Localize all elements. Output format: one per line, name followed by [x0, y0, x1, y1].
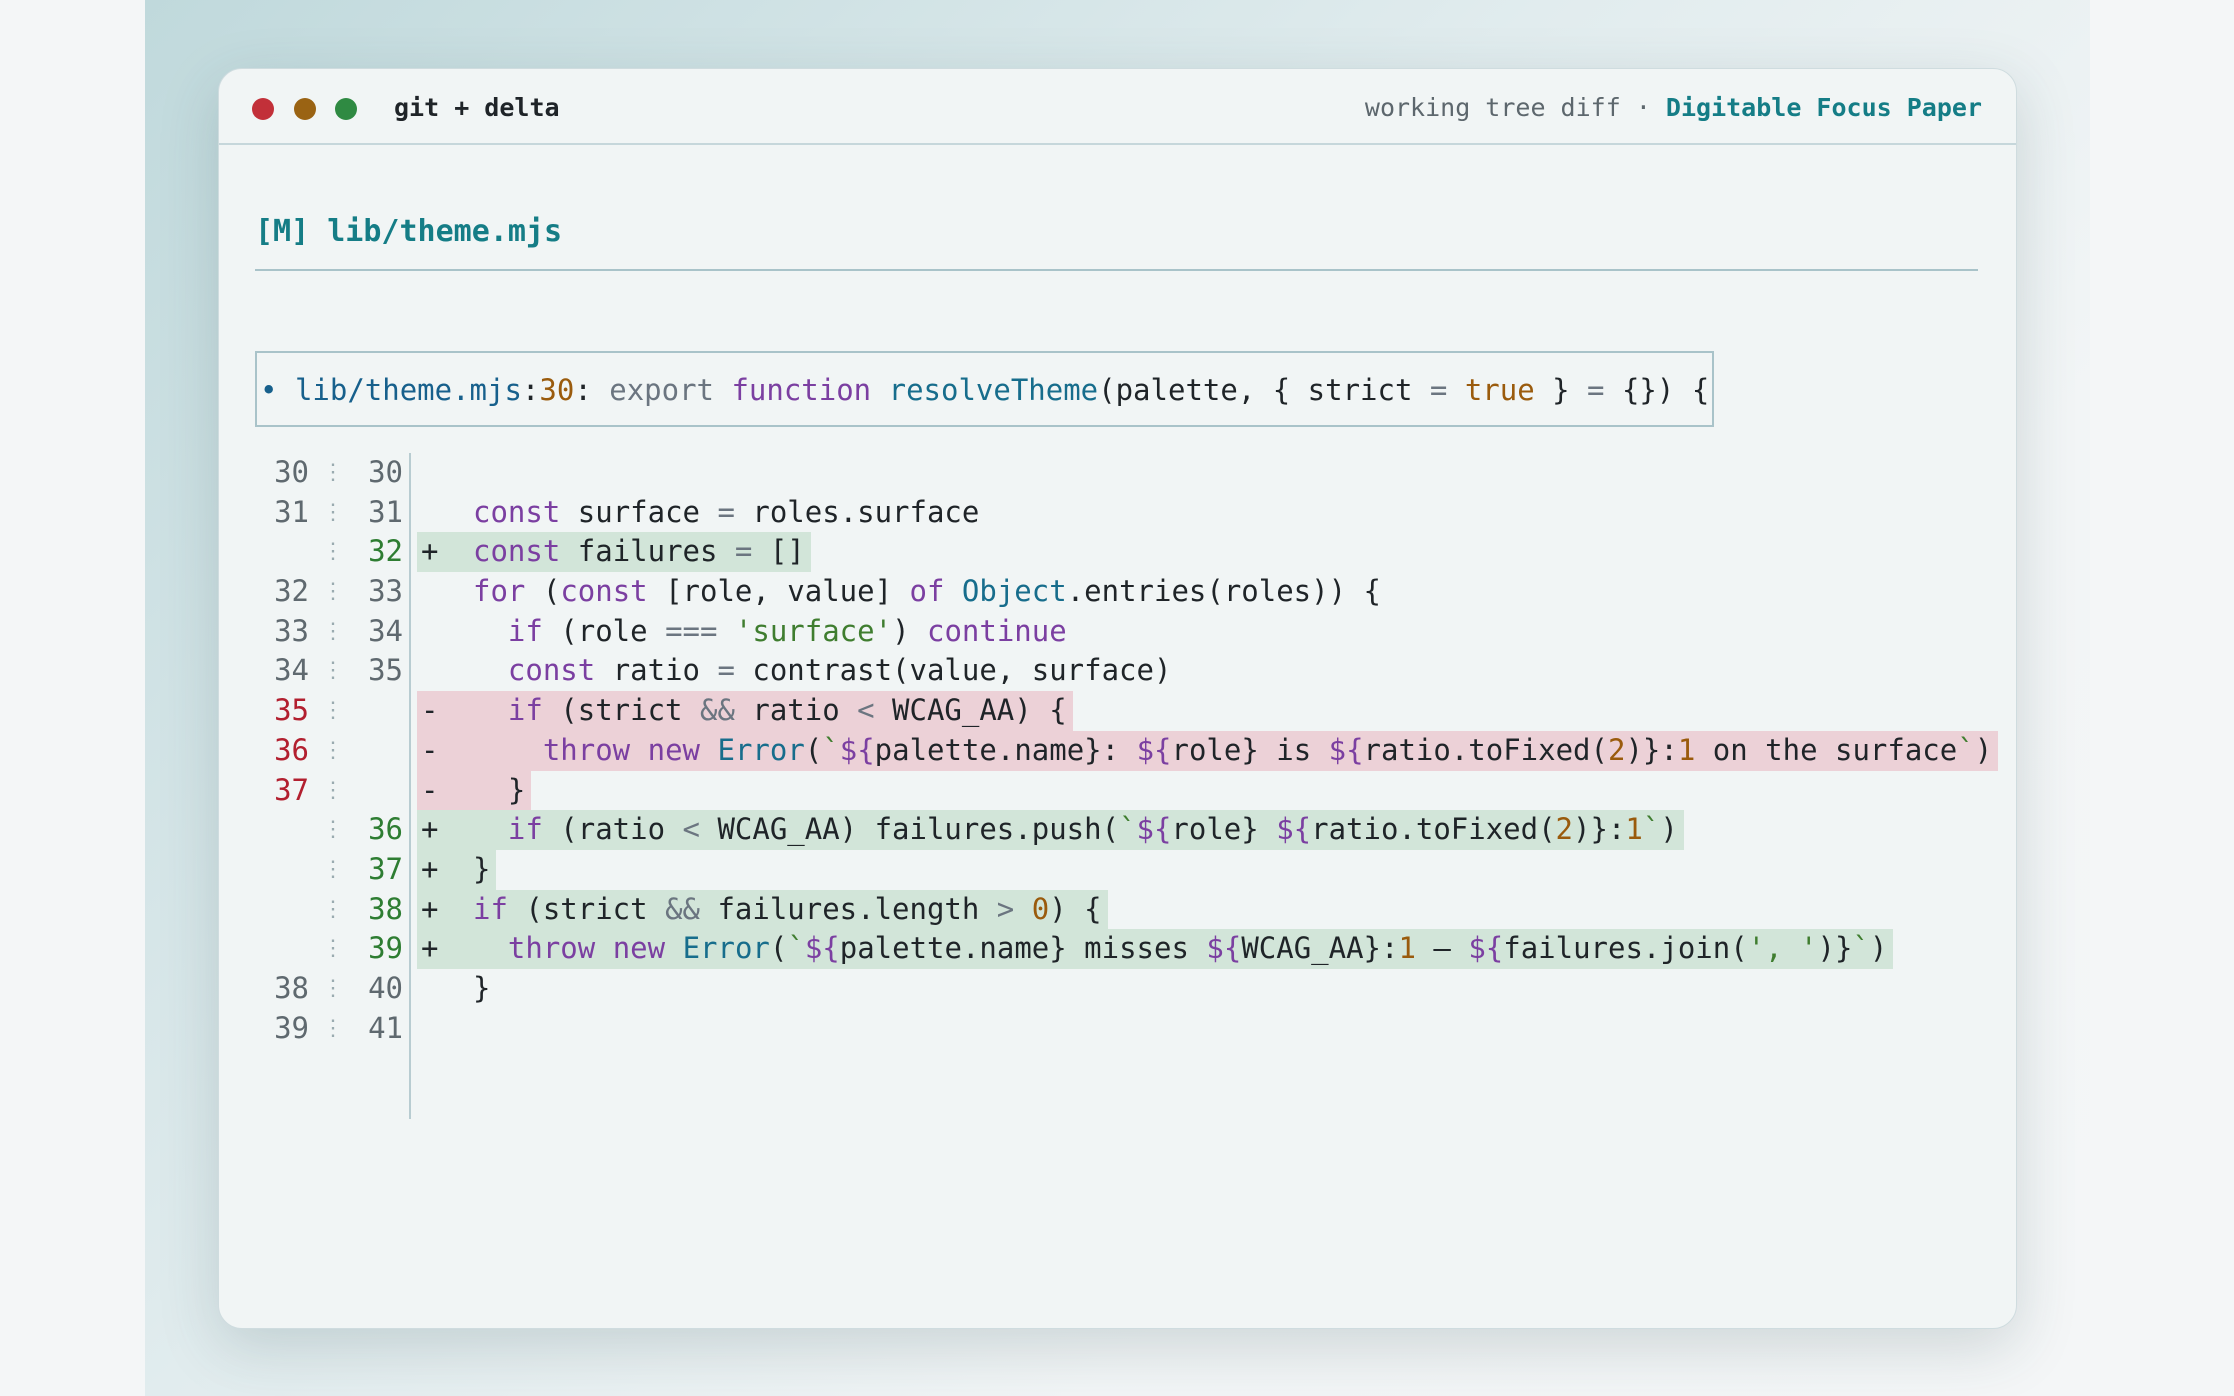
- diff-line-minus: 36 ⋮ - throw new Error(`${palette.name}: $…: [219, 730, 2016, 771]
- old-line-number: 36: [274, 732, 309, 767]
- maximize-window-button[interactable]: [335, 98, 357, 120]
- old-line-number: 33: [274, 613, 309, 648]
- app-title: git + delta: [394, 93, 560, 122]
- title-bar: git + delta working tree diff · Digitabl…: [219, 69, 2016, 145]
- new-line-number: 31: [368, 494, 403, 529]
- diff-line-context: 34 ⋮ 35 const ratio = contrast(value, surf…: [219, 651, 2016, 691]
- line-code: - }: [417, 770, 532, 811]
- close-window-button[interactable]: [252, 98, 274, 120]
- line-code: + const failures = []: [417, 532, 811, 573]
- diff-line-minus: 35 ⋮ - if (strict && ratio < WCAG_AA) {: [219, 691, 2016, 731]
- line-code: + if (strict && failures.length > 0) {: [417, 889, 1108, 930]
- diff-mode-label: working tree diff: [1364, 93, 1621, 122]
- hunk-bullet: •: [260, 373, 278, 407]
- diff-line-context: 38 ⋮ 40 }: [219, 969, 2016, 1009]
- diff-line-plus: ⋮ 32 + const failures = []: [219, 532, 2016, 573]
- line-code: + if (ratio < WCAG_AA) failures.push(`${…: [417, 810, 1684, 850]
- new-line-number: 30: [368, 455, 403, 489]
- hunk-context-code: export function resolveTheme(palette, { …: [609, 373, 1710, 407]
- diff-line-context: 32 ⋮ 33 for (const [role, value] of Object…: [219, 572, 2016, 612]
- new-line-number: 34: [368, 613, 403, 648]
- new-line-number: 35: [368, 653, 403, 688]
- diff-line-context: 33 ⋮ 34 if (role === 'surface') continue: [219, 612, 2016, 652]
- old-line-number: 30: [274, 455, 309, 489]
- new-line-number: 36: [368, 812, 403, 847]
- hunk-header-text: • lib/theme.mjs:30: export function reso…: [260, 373, 1710, 407]
- new-line-number: 33: [368, 574, 403, 609]
- line-code: - if (strict && ratio < WCAG_AA) {: [417, 691, 1073, 731]
- hunk-line-number: 30: [539, 373, 575, 407]
- line-code: + throw new Error(`${palette.name} misse…: [417, 929, 1894, 969]
- terminal-window: git + delta working tree diff · Digitabl…: [218, 68, 2017, 1329]
- new-line-number: 38: [368, 891, 403, 926]
- title-separator: ·: [1620, 93, 1666, 122]
- diff-line-context: 30 ⋮ 30: [219, 453, 2016, 493]
- old-line-number: 38: [274, 970, 309, 1005]
- line-code: const surface = roles.surface: [473, 494, 980, 529]
- old-line-number: 39: [274, 1010, 309, 1045]
- line-number-separator: ⋮: [322, 698, 344, 724]
- hunk-file-path: lib/theme.mjs: [294, 373, 522, 407]
- theme-name: Digitable Focus Paper: [1665, 93, 1982, 122]
- diff-body: 30 ⋮ 30 31 ⋮ 31 const surface = roles.surface…: [219, 453, 2016, 1048]
- line-code: for (const [role, value] of Object.entri…: [473, 574, 1381, 609]
- line-number-separator: ⋮: [322, 737, 344, 763]
- new-line-number: 32: [368, 534, 403, 569]
- diff-line-minus: 37 ⋮ - }: [219, 770, 2016, 811]
- diff-line-plus: ⋮ 38 + if (strict && failures.length > 0) {: [219, 889, 2016, 930]
- old-line-number: 34: [274, 653, 309, 688]
- line-code: if (role === 'surface') continue: [507, 613, 1067, 648]
- line-code: - throw new Error(`${palette.name}: ${ro…: [417, 730, 1999, 771]
- line-code: +}: [417, 849, 497, 890]
- minimize-window-button[interactable]: [294, 98, 316, 120]
- file-path: lib/theme.mjs: [327, 214, 563, 249]
- hunk-header: • lib/theme.mjs:30: export function reso…: [255, 351, 1714, 427]
- line-code: }: [473, 970, 491, 1005]
- old-line-number: 37: [274, 772, 309, 807]
- line-number-separator: ⋮: [322, 777, 344, 803]
- old-line-number: 35: [274, 693, 309, 728]
- new-line-number: 41: [368, 1010, 403, 1045]
- diff-line-context: 31 ⋮ 31 const surface = roles.surface: [219, 493, 2016, 533]
- old-line-number: 32: [274, 574, 309, 609]
- title-info: working tree diff · Digitable Focus Pape…: [1365, 93, 1982, 122]
- file-status: [M]: [255, 214, 310, 249]
- old-line-number: 31: [274, 494, 309, 529]
- file-header: [M] lib/theme.mjs: [255, 214, 562, 249]
- new-line-number: 40: [368, 970, 403, 1005]
- file-divider: [255, 269, 1978, 271]
- diff-line-context: 39 ⋮ 41: [219, 1009, 2016, 1049]
- new-line-number: 39: [368, 931, 403, 966]
- new-line-number: 37: [368, 851, 403, 886]
- line-code: const ratio = contrast(value, surface): [507, 653, 1172, 688]
- diff-line-plus: ⋮ 39 + throw new Error(`${palette.name} mi…: [219, 929, 2016, 969]
- diff-line-plus: ⋮ 36 + if (ratio < WCAG_AA) failures.push(…: [219, 810, 2016, 850]
- diff-line-plus: ⋮ 37 +}: [219, 849, 2016, 890]
